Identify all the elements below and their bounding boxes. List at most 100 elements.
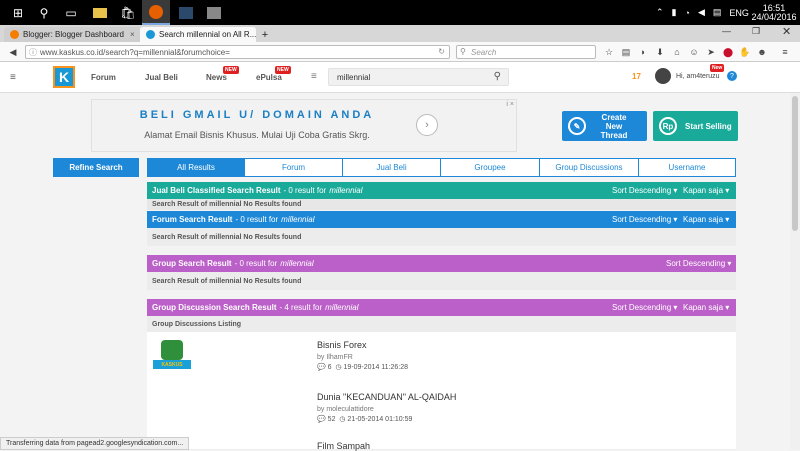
avatar[interactable]: [655, 68, 671, 84]
smiley-icon[interactable]: ☻: [755, 45, 769, 59]
language-indicator[interactable]: ENG: [729, 8, 749, 18]
nav-forum[interactable]: Forum: [91, 73, 116, 82]
clock-icon: ◷: [335, 364, 342, 371]
list-item[interactable]: Film Sampah: [147, 436, 736, 451]
create-thread-label: Create New Thread: [600, 112, 628, 140]
discussion-user[interactable]: by moleculattidore: [317, 406, 374, 413]
news-new-badge: NEW: [223, 66, 239, 74]
hamburger-menu-icon[interactable]: ≡: [10, 72, 16, 83]
nav-jual-beli[interactable]: Jual Beli: [145, 73, 178, 82]
kaskus-header: ≡ K Forum Jual Beli News NEW ePulsa NEW …: [0, 62, 800, 93]
sort-label: Sort Descending: [612, 215, 672, 224]
tab-group-discussions[interactable]: Group Discussions: [539, 158, 639, 177]
discussion-date: 19-09-2014 11:26:28: [343, 364, 409, 371]
pinterest-icon[interactable]: ⬤: [721, 45, 735, 59]
hand-icon[interactable]: ✋: [738, 45, 752, 59]
kaskus-logo[interactable]: K: [53, 66, 75, 88]
tab-username[interactable]: Username: [638, 158, 736, 177]
tab-forum[interactable]: Forum: [244, 158, 343, 177]
discussion-user[interactable]: by IlhamFR: [317, 354, 353, 361]
file-explorer-icon[interactable]: [86, 0, 114, 25]
chevron-down-icon: ▾: [725, 303, 730, 312]
tray-overflow-icon[interactable]: ⌃: [656, 7, 664, 18]
windows-start-icon[interactable]: ⊞: [4, 0, 32, 25]
group-discussions-listing: Group Discussions Listing: [147, 316, 736, 332]
time-dropdown[interactable]: Kapan saja ▾: [683, 303, 729, 312]
store-icon[interactable]: 🛍: [114, 0, 142, 25]
comment-icon: 💬: [317, 364, 326, 371]
start-selling-button[interactable]: Rp Start Selling: [653, 111, 738, 141]
firefox-taskbar-icon[interactable]: [142, 0, 170, 25]
sort-dropdown[interactable]: Sort Descending ▾: [612, 303, 677, 312]
refine-search-button[interactable]: Refine Search: [53, 158, 139, 177]
ad-close[interactable]: i ×: [506, 101, 514, 108]
notification-count[interactable]: 17: [632, 72, 641, 81]
maximize-icon[interactable]: ❐: [752, 26, 760, 37]
info-icon[interactable]: ⓘ: [29, 47, 37, 58]
sort-label: Sort Descending: [612, 303, 672, 312]
section-count: - 0 result for: [283, 186, 327, 195]
time-dropdown[interactable]: Kapan saja ▾: [683, 186, 729, 195]
section-query: millennial: [325, 303, 359, 312]
rupiah-icon: Rp: [659, 117, 677, 135]
pocket-icon[interactable]: ◗: [636, 45, 650, 59]
tab-kaskus-search[interactable]: Search millennial on All R... ×: [140, 27, 256, 42]
kaskus-search-input[interactable]: millennial ⚲: [328, 68, 509, 86]
list-item[interactable]: KASKUS Bisnis Forex by IlhamFR 💬 6 ◷ 19-…: [147, 332, 736, 385]
start-selling-label: Start Selling: [685, 121, 732, 131]
sort-dropdown[interactable]: Sort Descending ▾: [666, 259, 731, 268]
tab-blogger[interactable]: Blogger: Blogger Dashboard ×: [4, 27, 140, 42]
share-icon[interactable]: ➤: [704, 45, 718, 59]
search-category-icon[interactable]: ≡: [311, 71, 317, 82]
minimize-icon[interactable]: —: [722, 26, 731, 36]
discussion-title[interactable]: Bisnis Forex: [317, 340, 367, 350]
search-icon[interactable]: ⚲: [30, 0, 58, 25]
nav-epulsa[interactable]: ePulsa: [256, 73, 282, 82]
wifi-icon: ◔: [684, 7, 690, 18]
create-thread-button[interactable]: ✎ Create New Thread: [562, 111, 647, 141]
user-greeting[interactable]: Hi, am4teruzu: [676, 73, 720, 80]
reply-count: 6: [327, 364, 332, 371]
ad-headline: BELI GMAIL U/ DOMAIN ANDA: [139, 109, 375, 121]
url-bar[interactable]: ⓘ www.kaskus.co.id/search?q=millennial&f…: [25, 45, 450, 59]
tab-all-results[interactable]: All Results: [147, 158, 245, 177]
status-bar: Transferring data from pagead2.googlesyn…: [0, 437, 190, 450]
section-title: Jual Beli Classified Search Result: [152, 186, 281, 195]
advertisement-banner[interactable]: BELI GMAIL U/ DOMAIN ANDA Alamat Email B…: [91, 99, 517, 152]
task-view-icon[interactable]: ▭: [57, 0, 85, 25]
chevron-right-icon[interactable]: ›: [416, 114, 438, 136]
sort-dropdown[interactable]: Sort Descending ▾: [612, 186, 677, 195]
steam-icon[interactable]: [172, 0, 200, 25]
reading-list-icon[interactable]: ▤: [619, 45, 633, 59]
scrollbar-thumb[interactable]: [792, 96, 798, 231]
star-icon[interactable]: ☆: [602, 45, 616, 59]
back-icon[interactable]: ◀: [6, 45, 20, 59]
home-icon[interactable]: ⌂: [670, 45, 684, 59]
group-no-results: Search Result of millennial No Results f…: [147, 272, 736, 290]
close-tab-icon[interactable]: ×: [124, 30, 135, 39]
jual-beli-result-header: Jual Beli Classified Search Result - 0 r…: [147, 182, 736, 199]
browser-search-input[interactable]: ⚲ Search: [456, 45, 596, 59]
discussion-meta: 💬 6 ◷ 19-09-2014 11:26:28: [317, 363, 408, 371]
sort-dropdown[interactable]: Sort Descending ▾: [612, 215, 677, 224]
time-dropdown[interactable]: Kapan saja ▾: [683, 215, 729, 224]
chevron-down-icon: ▾: [673, 215, 678, 224]
download-icon[interactable]: ⬇: [653, 45, 667, 59]
close-window-icon[interactable]: ✕: [782, 25, 791, 38]
nav-news[interactable]: News: [206, 73, 227, 82]
search-icon[interactable]: ⚲: [494, 71, 501, 82]
chat-icon[interactable]: ☺: [687, 45, 701, 59]
tray-icons[interactable]: ⌃ ▮ ◔ ◀ ▤ ENG: [656, 0, 749, 25]
clock[interactable]: 16:51 24/04/2016: [751, 0, 796, 25]
app-icon[interactable]: [200, 0, 228, 25]
list-item[interactable]: Dunia "KECANDUAN" AL-QAIDAH by moleculat…: [147, 384, 736, 437]
group-thumbnail: KASKUS: [153, 340, 191, 370]
discussion-title[interactable]: Dunia "KECANDUAN" AL-QAIDAH: [317, 392, 456, 402]
help-icon[interactable]: ?: [727, 71, 737, 81]
reload-icon[interactable]: ↻: [438, 47, 445, 56]
tab-groupee[interactable]: Groupee: [440, 158, 540, 177]
tab-jual-beli[interactable]: Jual Beli: [342, 158, 441, 177]
menu-icon[interactable]: ≡: [778, 45, 792, 59]
new-tab-button[interactable]: +: [258, 27, 272, 42]
chevron-down-icon: ▾: [725, 215, 730, 224]
